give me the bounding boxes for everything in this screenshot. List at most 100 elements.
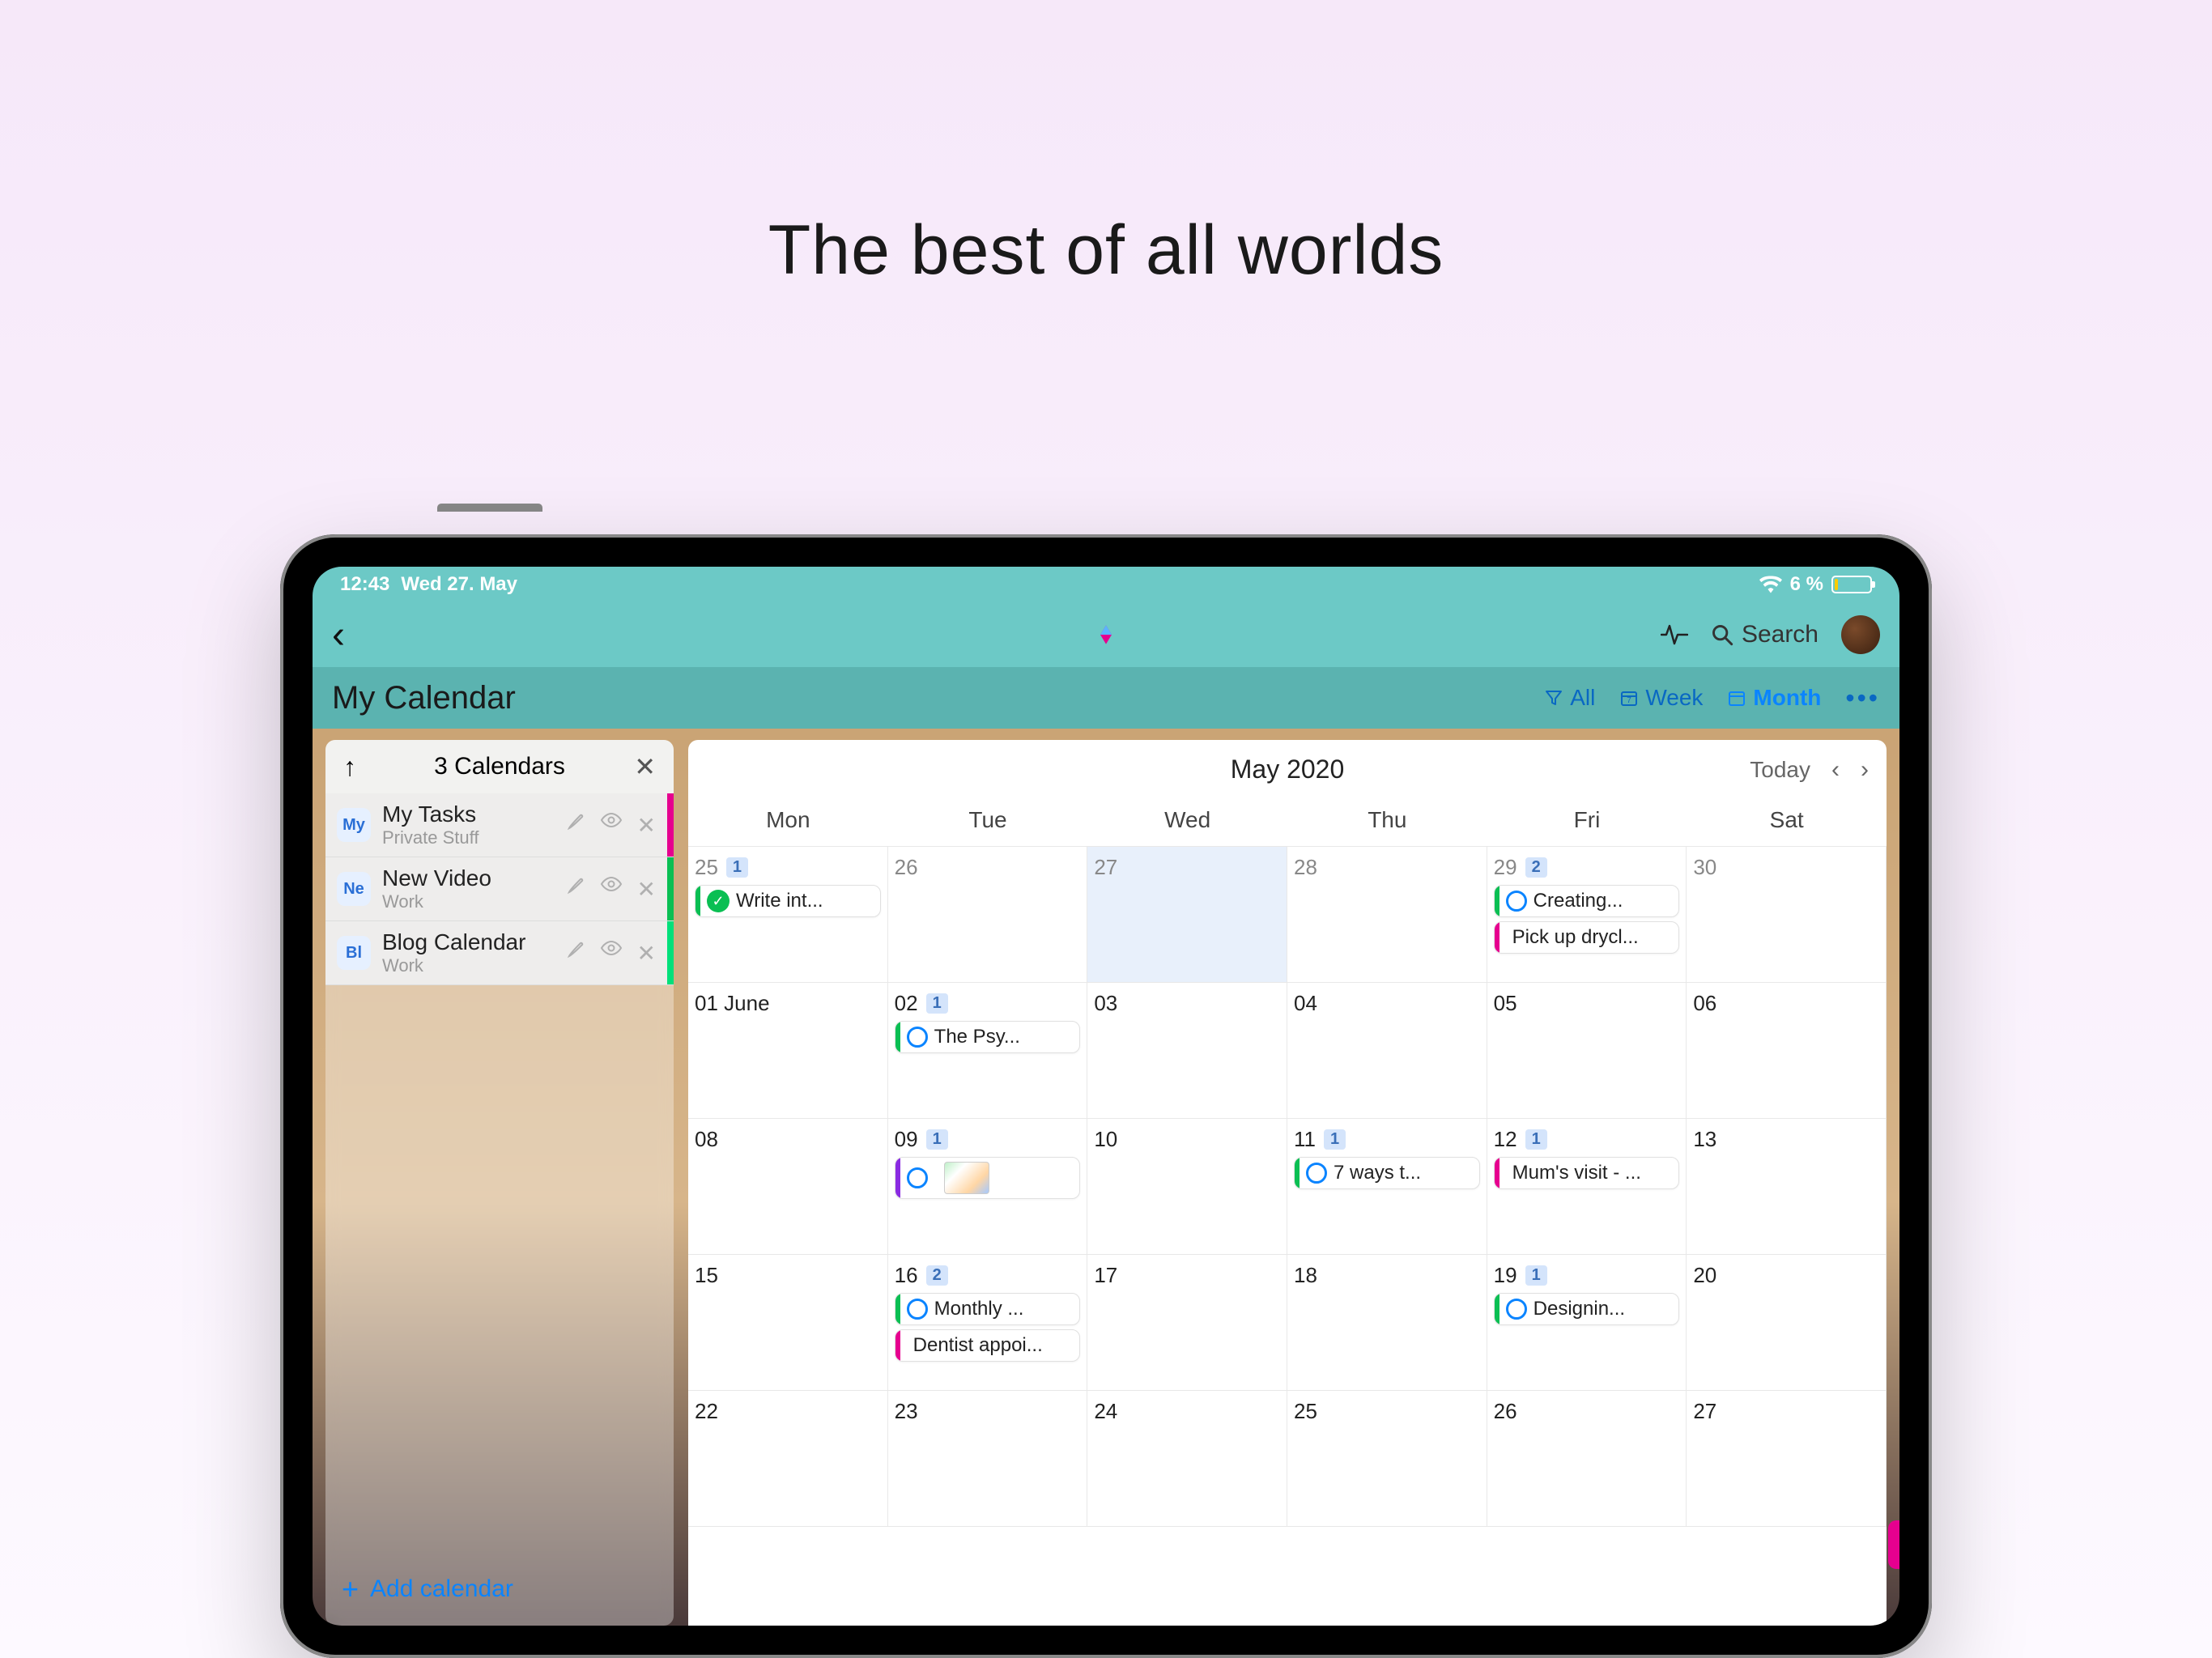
today-button[interactable]: Today	[1750, 757, 1810, 783]
event-pill[interactable]	[895, 1157, 1081, 1199]
day-cell[interactable]: 01 June	[688, 983, 888, 1119]
battery-percent: 6 %	[1790, 573, 1823, 596]
event-text: Monthly ...	[934, 1298, 1024, 1320]
day-number: 28	[1294, 855, 1480, 880]
day-cell[interactable]: 18	[1287, 1255, 1487, 1391]
day-cell[interactable]: 17	[1087, 1255, 1287, 1391]
day-cell[interactable]: 13	[1687, 1119, 1887, 1255]
battery-icon	[1831, 576, 1872, 593]
tab-nub[interactable]	[1888, 1520, 1899, 1569]
back-button[interactable]: ‹	[332, 613, 371, 657]
event-pill[interactable]: Mum's visit - ...	[1494, 1157, 1680, 1189]
day-count-badge: 1	[1525, 1129, 1547, 1150]
day-number: 021	[895, 991, 1081, 1016]
weekday-label: Thu	[1287, 807, 1487, 833]
nav-bar: ‹ Search	[313, 602, 1899, 667]
day-cell[interactable]: 26	[888, 847, 1088, 983]
day-cell[interactable]: 10	[1087, 1119, 1287, 1255]
calendar-item[interactable]: Bl Blog Calendar Work ✕	[325, 921, 674, 985]
day-cell[interactable]: 251✓Write int...	[688, 847, 888, 983]
sidebar-collapse-button[interactable]: ↑	[343, 752, 356, 782]
day-number: 292	[1494, 855, 1680, 880]
circle-icon	[1506, 891, 1527, 912]
activity-icon[interactable]	[1661, 624, 1688, 645]
event-text: Creating...	[1534, 890, 1623, 912]
sidebar-close-button[interactable]: ✕	[634, 751, 656, 782]
eye-icon[interactable]	[600, 940, 623, 967]
circle-icon	[1506, 1299, 1527, 1320]
day-number: 05	[1494, 991, 1680, 1016]
weekday-label: Fri	[1487, 807, 1687, 833]
event-pill[interactable]: Pick up drycl...	[1494, 921, 1680, 954]
avatar[interactable]	[1841, 615, 1880, 654]
more-button[interactable]: •••	[1845, 683, 1880, 713]
day-cell[interactable]: 191Designin...	[1487, 1255, 1687, 1391]
remove-icon[interactable]: ✕	[637, 940, 656, 967]
wifi-icon	[1759, 576, 1782, 593]
calendar-item[interactable]: Ne New Video Work ✕	[325, 857, 674, 921]
event-pill[interactable]: ✓Write int...	[695, 885, 881, 917]
day-number: 01 June	[695, 991, 881, 1016]
filter-all-button[interactable]: All	[1544, 685, 1595, 711]
event-pill[interactable]: Dentist appoi...	[895, 1329, 1081, 1362]
day-cell[interactable]: 091	[888, 1119, 1088, 1255]
day-number: 20	[1693, 1263, 1879, 1288]
day-cell[interactable]: 27	[1687, 1391, 1887, 1527]
day-cell[interactable]: 08	[688, 1119, 888, 1255]
event-pill[interactable]: The Psy...	[895, 1021, 1081, 1053]
day-cell[interactable]: 22	[688, 1391, 888, 1527]
day-cell[interactable]: 27	[1087, 847, 1287, 983]
calendar-item[interactable]: My My Tasks Private Stuff ✕	[325, 793, 674, 857]
day-cell[interactable]: 162 Monthly ... Dentist appoi...	[888, 1255, 1088, 1391]
remove-icon[interactable]: ✕	[637, 876, 656, 903]
day-number: 08	[695, 1127, 881, 1152]
search-button[interactable]: Search	[1711, 621, 1819, 648]
day-cell[interactable]: 23	[888, 1391, 1088, 1527]
day-cell[interactable]: 06	[1687, 983, 1887, 1119]
circle-icon	[907, 1167, 928, 1188]
day-cell[interactable]: 28	[1287, 847, 1487, 983]
prev-month-button[interactable]: ‹	[1831, 756, 1840, 784]
event-pill[interactable]: Creating...	[1494, 885, 1680, 917]
day-cell[interactable]: 30	[1687, 847, 1887, 983]
day-cell[interactable]: 021 The Psy...	[888, 983, 1088, 1119]
day-cell[interactable]: 03	[1087, 983, 1287, 1119]
view-week-button[interactable]: 7 Week	[1619, 685, 1703, 711]
event-text: Write int...	[736, 890, 823, 912]
event-pill[interactable]: Monthly ...	[895, 1293, 1081, 1325]
day-number: 30	[1693, 855, 1879, 880]
day-number: 162	[895, 1263, 1081, 1288]
weekday-label: Sat	[1687, 807, 1887, 833]
brush-icon[interactable]	[566, 876, 585, 903]
page-title: My Calendar	[332, 680, 516, 716]
day-cell[interactable]: 26	[1487, 1391, 1687, 1527]
day-cell[interactable]: 05	[1487, 983, 1687, 1119]
brush-icon[interactable]	[566, 812, 585, 839]
event-pill[interactable]: Designin...	[1494, 1293, 1680, 1325]
eye-icon[interactable]	[600, 876, 623, 903]
day-cell[interactable]: 292 Creating... Pick up drycl...	[1487, 847, 1687, 983]
day-number: 06	[1693, 991, 1879, 1016]
day-cell[interactable]: 04	[1287, 983, 1487, 1119]
add-calendar-button[interactable]: + Add calendar	[325, 1553, 674, 1626]
brush-icon[interactable]	[566, 940, 585, 967]
headline: The best of all worlds	[0, 0, 2212, 291]
day-cell[interactable]: 121Mum's visit - ...	[1487, 1119, 1687, 1255]
svg-text:7: 7	[1627, 696, 1632, 705]
day-cell[interactable]: 1117 ways t...	[1287, 1119, 1487, 1255]
event-pill[interactable]: 7 ways t...	[1294, 1157, 1480, 1189]
view-month-button[interactable]: Month	[1727, 685, 1821, 711]
day-count-badge: 1	[926, 993, 948, 1014]
day-cell[interactable]: 20	[1687, 1255, 1887, 1391]
calendar-subtitle: Work	[382, 955, 555, 976]
remove-icon[interactable]: ✕	[637, 812, 656, 839]
day-cell[interactable]: 15	[688, 1255, 888, 1391]
day-cell[interactable]: 25	[1287, 1391, 1487, 1527]
day-count-badge: 2	[1525, 857, 1547, 878]
eye-icon[interactable]	[600, 812, 623, 839]
calendar-grid[interactable]: 251✓Write int...262728292Creating...Pick…	[688, 846, 1887, 1527]
plus-icon: +	[342, 1572, 359, 1606]
weekday-row: MonTueWedThuFriSat	[688, 799, 1887, 846]
day-cell[interactable]: 24	[1087, 1391, 1287, 1527]
next-month-button[interactable]: ›	[1861, 756, 1869, 784]
